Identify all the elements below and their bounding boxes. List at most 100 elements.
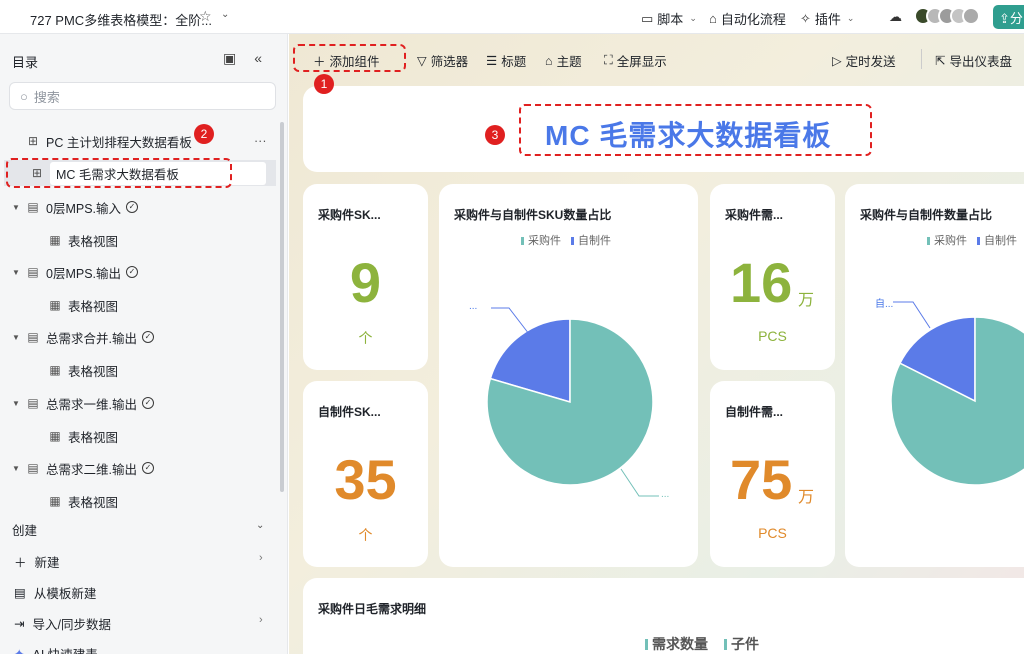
- doc-title[interactable]: 727 PMC多维表格模型：全阶...: [30, 10, 212, 29]
- chevron-down-icon: ⌄: [689, 13, 697, 23]
- chevron-down-icon[interactable]: ⌄: [256, 520, 264, 531]
- script-icon: ▭: [641, 10, 654, 26]
- plugin-button[interactable]: ✧ 插件 ⌄: [800, 9, 854, 28]
- import-icon: ⇥: [14, 617, 25, 631]
- kpi-card[interactable]: 采购件需... 16 万 PCS: [710, 184, 835, 370]
- export-dashboard-button[interactable]: ⇱ 导出仪表盘: [935, 51, 1012, 70]
- top-bar: 727 PMC多维表格模型：全阶... ☆ ⌄ ▭ 脚本 ⌄ ⌂ 自动化流程 ✧…: [0, 0, 1024, 34]
- menu-item-label: 导入/同步数据: [32, 618, 111, 632]
- sidebar-item-mps-input[interactable]: ▼ ▤ 0层MPS.输入 ✓: [0, 194, 276, 220]
- sidebar-item-view[interactable]: ▦ 表格视图: [0, 227, 276, 253]
- grid-icon: ▦: [49, 429, 61, 443]
- cloud-sync-icon[interactable]: ☁: [889, 9, 902, 25]
- title-icon: ☰: [486, 54, 498, 68]
- kpi-card[interactable]: 采购件SK... 9 个: [303, 184, 428, 370]
- ai-icon: ✦: [14, 647, 25, 654]
- new-item[interactable]: ＋ 新建: [14, 552, 60, 571]
- table-icon: ▤: [27, 330, 39, 344]
- sidebar-item-mps-output[interactable]: ▼ ▤ 0层MPS.输出 ✓: [0, 259, 276, 285]
- pie-chart-card[interactable]: 采购件与自制件SKU数量占比 采购件 自制件 ... ...: [439, 184, 698, 567]
- kpi-value: 9: [349, 251, 382, 314]
- sidebar-item-view[interactable]: ▦ 表格视图: [0, 488, 276, 514]
- table-icon: ▤: [27, 200, 39, 214]
- annotation-box-2: [6, 158, 232, 188]
- schedule-send-button[interactable]: ▷ 定时发送: [832, 51, 896, 70]
- sidebar-item-label: 表格视图: [68, 234, 119, 249]
- kpi-unit: PCS: [758, 525, 787, 541]
- kpi-title: 自制件需...: [725, 405, 784, 419]
- kpi-card[interactable]: 自制件需... 75 万 PCS: [710, 381, 835, 567]
- bar-chart-card[interactable]: 采购件日毛需求明细 需求数量 子件: [303, 578, 1024, 654]
- legend-swatch: [645, 639, 648, 650]
- script-button[interactable]: ▭ 脚本 ⌄: [641, 9, 697, 28]
- sidebar: 目录 ▣ « ○ 搜索 ⊞ PC 主计划排程大数据看板 ··· ⊞ MC 毛需求…: [0, 34, 288, 654]
- check-icon: ✓: [141, 462, 154, 474]
- pie-chart-1: [486, 318, 654, 486]
- kpi-value: 35: [334, 448, 397, 511]
- chevron-right-icon[interactable]: ›: [259, 614, 263, 626]
- chevron-down-icon[interactable]: ⌄: [221, 9, 229, 20]
- sidebar-item-label: 0层MPS.输出: [46, 266, 122, 281]
- collaborator-avatars[interactable]: [914, 7, 980, 25]
- divider: [921, 49, 922, 69]
- import-sync-item[interactable]: ⇥ 导入/同步数据: [14, 614, 111, 633]
- sidebar-item-label: 0层MPS.输入: [46, 201, 122, 216]
- sidebar-item-label: 表格视图: [68, 430, 119, 445]
- expand-arrow-icon[interactable]: ▼: [12, 464, 24, 473]
- pie-chart-card[interactable]: 采购件与自制件数量占比 采购件 自制件 自...: [845, 184, 1024, 567]
- kpi-title: 采购件SK...: [318, 208, 381, 222]
- expand-arrow-icon[interactable]: ▼: [12, 268, 24, 277]
- table-icon: ▤: [27, 461, 39, 475]
- sidebar-item-demand-2d[interactable]: ▼ ▤ 总需求二维.输出 ✓: [0, 455, 276, 481]
- legend-item[interactable]: 子件: [724, 634, 759, 654]
- sidebar-item-view[interactable]: ▦ 表格视图: [0, 423, 276, 449]
- sidebar-item-view[interactable]: ▦ 表格视图: [0, 357, 276, 383]
- grid-icon: ▦: [49, 298, 61, 312]
- expand-arrow-icon[interactable]: ▼: [12, 203, 24, 212]
- collapse-sidebar-icon[interactable]: «: [254, 50, 262, 67]
- leader-line: [893, 301, 931, 329]
- more-icon[interactable]: ···: [254, 134, 267, 148]
- table-icon: ▤: [27, 265, 39, 279]
- ai-create-item[interactable]: ✦ AI 快速建表: [14, 644, 98, 654]
- sidebar-item-label: 总需求一维.输出: [46, 397, 137, 412]
- chart-title: 采购件日毛需求明细: [318, 602, 427, 616]
- sidebar-scrollbar[interactable]: [280, 122, 284, 492]
- sidebar-item-label: 表格视图: [68, 495, 119, 510]
- leader-line: [491, 307, 530, 335]
- legend-item[interactable]: 需求数量: [645, 634, 708, 654]
- sidebar-item-view[interactable]: ▦ 表格视图: [0, 292, 276, 318]
- kpi-unit: 个: [358, 330, 373, 346]
- search-input[interactable]: ○ 搜索: [9, 82, 276, 110]
- sidebar-item-pc-dashboard[interactable]: ⊞ PC 主计划排程大数据看板 ···: [0, 128, 276, 154]
- fullscreen-button[interactable]: ⛶ 全屏显示: [604, 51, 667, 70]
- expand-arrow-icon[interactable]: ▼: [12, 333, 24, 342]
- expand-arrow-icon[interactable]: ▼: [12, 399, 24, 408]
- chevron-right-icon[interactable]: ›: [259, 552, 263, 564]
- theme-button[interactable]: ⌂ 主题: [545, 51, 582, 70]
- title-button[interactable]: ☰ 标题: [486, 51, 526, 70]
- sidebar-item-demand-merge[interactable]: ▼ ▤ 总需求合并.输出 ✓: [0, 324, 276, 350]
- kpi-card[interactable]: 自制件SK... 35 个: [303, 381, 428, 567]
- kpi-title: 采购件需...: [725, 208, 784, 222]
- search-placeholder: 搜索: [33, 89, 60, 105]
- share-button[interactable]: ⇪分: [993, 5, 1024, 29]
- automation-button[interactable]: ⌂ 自动化流程: [709, 9, 786, 28]
- layout-toggle-icon[interactable]: ▣: [223, 50, 236, 67]
- kpi-suffix: 万: [798, 489, 815, 506]
- schedule-send-label: 定时发送: [845, 55, 896, 69]
- kpi-value: 16: [730, 251, 793, 314]
- new-from-template-item[interactable]: ▤ 从模板新建: [14, 583, 96, 602]
- menu-item-label: 新建: [34, 556, 60, 570]
- legend-label: 需求数量: [652, 636, 708, 652]
- script-label: 脚本: [657, 12, 684, 27]
- sidebar-item-demand-1d[interactable]: ▼ ▤ 总需求一维.输出 ✓: [0, 390, 276, 416]
- legend-swatch: [724, 639, 727, 650]
- share-label: 分: [1009, 11, 1023, 26]
- filter-button[interactable]: ▽ 筛选器: [417, 51, 468, 70]
- grid-icon: ▦: [49, 494, 61, 508]
- star-icon[interactable]: ☆: [199, 8, 212, 25]
- create-section-header[interactable]: 创建: [12, 520, 37, 539]
- fullscreen-icon: ⛶: [604, 53, 613, 67]
- annotation-badge-2: 2: [194, 124, 214, 144]
